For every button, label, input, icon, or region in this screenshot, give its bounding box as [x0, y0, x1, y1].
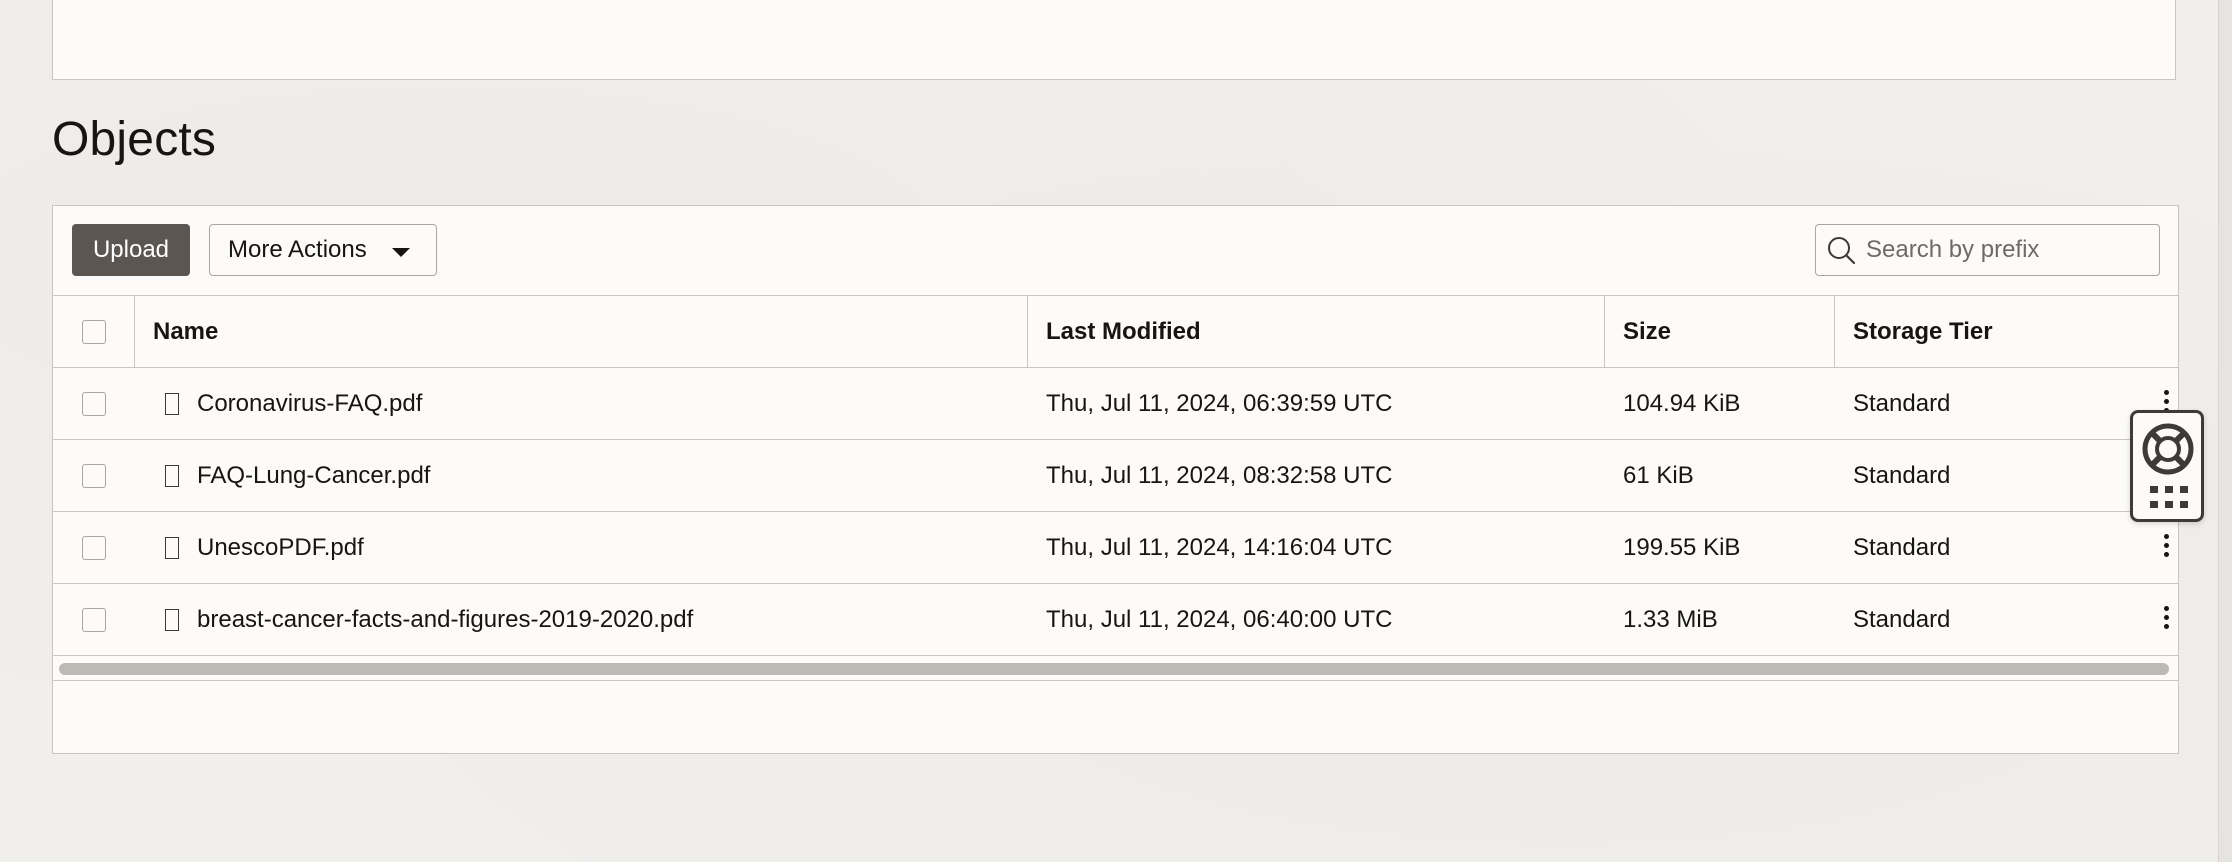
- row-checkbox-cell: [53, 368, 135, 439]
- object-name-link[interactable]: Coronavirus-FAQ.pdf: [197, 390, 422, 418]
- scrollbar-thumb[interactable]: [59, 663, 2169, 675]
- file-icon: [165, 536, 179, 559]
- row-checkbox-cell: [53, 440, 135, 511]
- toolbar: Upload More Actions: [53, 206, 2178, 296]
- last-modified-cell: Thu, Jul 11, 2024, 14:16:04 UTC: [1046, 533, 1393, 561]
- storage-tier-cell: Standard: [1853, 389, 1951, 417]
- grid-icon[interactable]: [2150, 486, 2188, 510]
- file-icon: [165, 608, 179, 631]
- header-checkbox-cell: [53, 296, 135, 367]
- objects-panel: Upload More Actions Name Last Modified: [52, 205, 2179, 754]
- row-checkbox[interactable]: [82, 535, 106, 560]
- table-row: breast-cancer-facts-and-figures-2019-202…: [53, 584, 2178, 656]
- storage-tier-cell: Standard: [1853, 605, 1951, 633]
- file-icon: [165, 392, 179, 415]
- table-footer-divider: [53, 680, 2178, 681]
- column-header-last-modified[interactable]: Last Modified: [1028, 296, 1605, 367]
- section-title: Objects: [52, 113, 217, 166]
- size-cell: 104.94 KiB: [1623, 389, 1741, 417]
- row-checkbox-cell: [53, 512, 135, 583]
- table-header-row: Name Last Modified Size Storage Tier: [53, 296, 2178, 368]
- search-box[interactable]: [1815, 224, 2160, 276]
- size-cell: 199.55 KiB: [1623, 533, 1741, 561]
- row-checkbox[interactable]: [82, 607, 106, 632]
- kebab-menu-icon[interactable]: [2160, 534, 2172, 562]
- top-panel: [52, 0, 2176, 80]
- last-modified-cell: Thu, Jul 11, 2024, 08:32:58 UTC: [1046, 461, 1393, 489]
- name-cell: FAQ-Lung-Cancer.pdf: [135, 440, 1028, 511]
- storage-tier-cell: Standard: [1853, 461, 1951, 489]
- object-name-link[interactable]: UnescoPDF.pdf: [197, 534, 364, 562]
- horizontal-scrollbar[interactable]: [57, 660, 2174, 676]
- more-actions-label: More Actions: [228, 236, 367, 263]
- file-icon: [165, 464, 179, 487]
- table-row: UnescoPDF.pdf Thu, Jul 11, 2024, 14:16:0…: [53, 512, 2178, 584]
- table-row: Coronavirus-FAQ.pdf Thu, Jul 11, 2024, 0…: [53, 368, 2178, 440]
- lifebuoy-icon[interactable]: [2142, 423, 2194, 475]
- kebab-menu-icon[interactable]: [2160, 606, 2172, 634]
- name-cell: Coronavirus-FAQ.pdf: [135, 368, 1028, 439]
- search-input[interactable]: [1866, 225, 2151, 275]
- more-actions-button[interactable]: More Actions: [209, 224, 437, 276]
- column-header-size[interactable]: Size: [1605, 296, 1835, 367]
- upload-button[interactable]: Upload: [72, 224, 190, 276]
- size-cell: 61 KiB: [1623, 461, 1694, 489]
- row-checkbox[interactable]: [82, 463, 106, 488]
- last-modified-cell: Thu, Jul 11, 2024, 06:40:00 UTC: [1046, 605, 1393, 633]
- last-modified-cell: Thu, Jul 11, 2024, 06:39:59 UTC: [1046, 389, 1393, 417]
- search-icon: [1828, 237, 1856, 265]
- row-checkbox-cell: [53, 584, 135, 655]
- help-widget: [2130, 410, 2204, 522]
- size-cell: 1.33 MiB: [1623, 605, 1718, 633]
- column-header-name[interactable]: Name: [135, 296, 1028, 367]
- objects-table: Name Last Modified Size Storage Tier Cor…: [53, 295, 2178, 656]
- page: Objects Upload More Actions Name: [0, 0, 2232, 862]
- name-cell: breast-cancer-facts-and-figures-2019-202…: [135, 584, 1028, 655]
- row-checkbox[interactable]: [82, 391, 106, 416]
- caret-down-icon: [392, 248, 410, 257]
- object-name-link[interactable]: breast-cancer-facts-and-figures-2019-202…: [197, 606, 693, 634]
- object-name-link[interactable]: FAQ-Lung-Cancer.pdf: [197, 462, 430, 490]
- name-cell: UnescoPDF.pdf: [135, 512, 1028, 583]
- select-all-checkbox[interactable]: [81, 319, 106, 344]
- window-scrollbar[interactable]: [2218, 0, 2232, 862]
- table-row: FAQ-Lung-Cancer.pdf Thu, Jul 11, 2024, 0…: [53, 440, 2178, 512]
- column-header-storage-tier[interactable]: Storage Tier: [1835, 296, 2178, 367]
- storage-tier-cell: Standard: [1853, 533, 1951, 561]
